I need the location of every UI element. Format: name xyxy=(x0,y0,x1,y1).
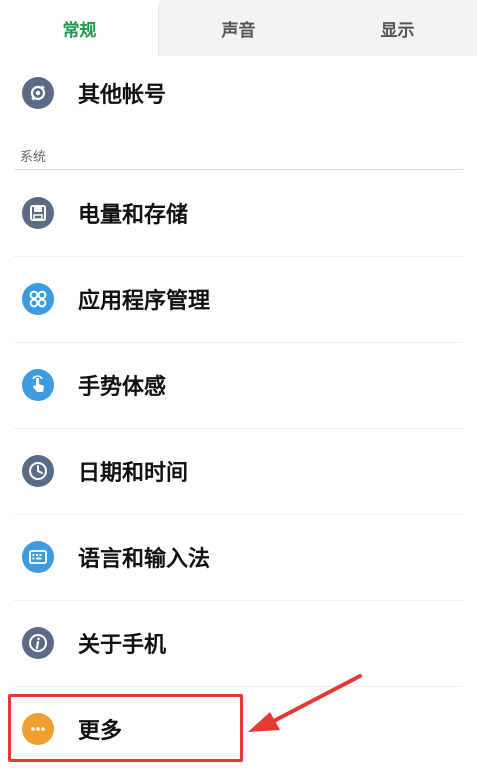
tab-general[interactable]: 常规 xyxy=(0,0,159,56)
tab-display[interactable]: 显示 xyxy=(318,0,477,56)
settings-item-other-accounts[interactable]: 其他帐号 xyxy=(14,50,463,136)
settings-item-gesture-motion[interactable]: 手势体感 xyxy=(14,342,463,429)
settings-item-label: 手势体感 xyxy=(78,375,167,400)
annotation-arrow-icon xyxy=(248,674,362,732)
settings-item-language-input[interactable]: 语言和输入法 xyxy=(14,514,463,601)
settings-tab-bar: 常规 声音 显示 xyxy=(0,0,477,56)
settings-item-label: 关于手机 xyxy=(78,633,167,658)
settings-item-label: 电量和存储 xyxy=(78,203,189,228)
tab-sound[interactable]: 声音 xyxy=(159,0,318,56)
settings-item-date-time[interactable]: 日期和时间 xyxy=(14,428,463,515)
settings-item-label: 语言和输入法 xyxy=(78,547,211,572)
annotation-highlight-box xyxy=(8,694,243,762)
settings-item-label: 应用程序管理 xyxy=(78,289,211,314)
info-icon xyxy=(22,627,54,659)
apps-grid-icon xyxy=(22,283,54,315)
floppy-disk-icon xyxy=(22,197,54,229)
settings-item-app-management[interactable]: 应用程序管理 xyxy=(14,256,463,343)
settings-item-label: 日期和时间 xyxy=(78,461,189,486)
gesture-hand-icon xyxy=(22,369,54,401)
section-header-system: 系统 xyxy=(20,150,47,165)
settings-item-label: 其他帐号 xyxy=(78,83,167,108)
settings-item-about-phone[interactable]: 关于手机 xyxy=(14,600,463,687)
clock-icon xyxy=(22,455,54,487)
sync-icon xyxy=(22,77,54,109)
settings-item-battery-storage[interactable]: 电量和存储 xyxy=(14,170,463,257)
keyboard-icon xyxy=(22,541,54,573)
